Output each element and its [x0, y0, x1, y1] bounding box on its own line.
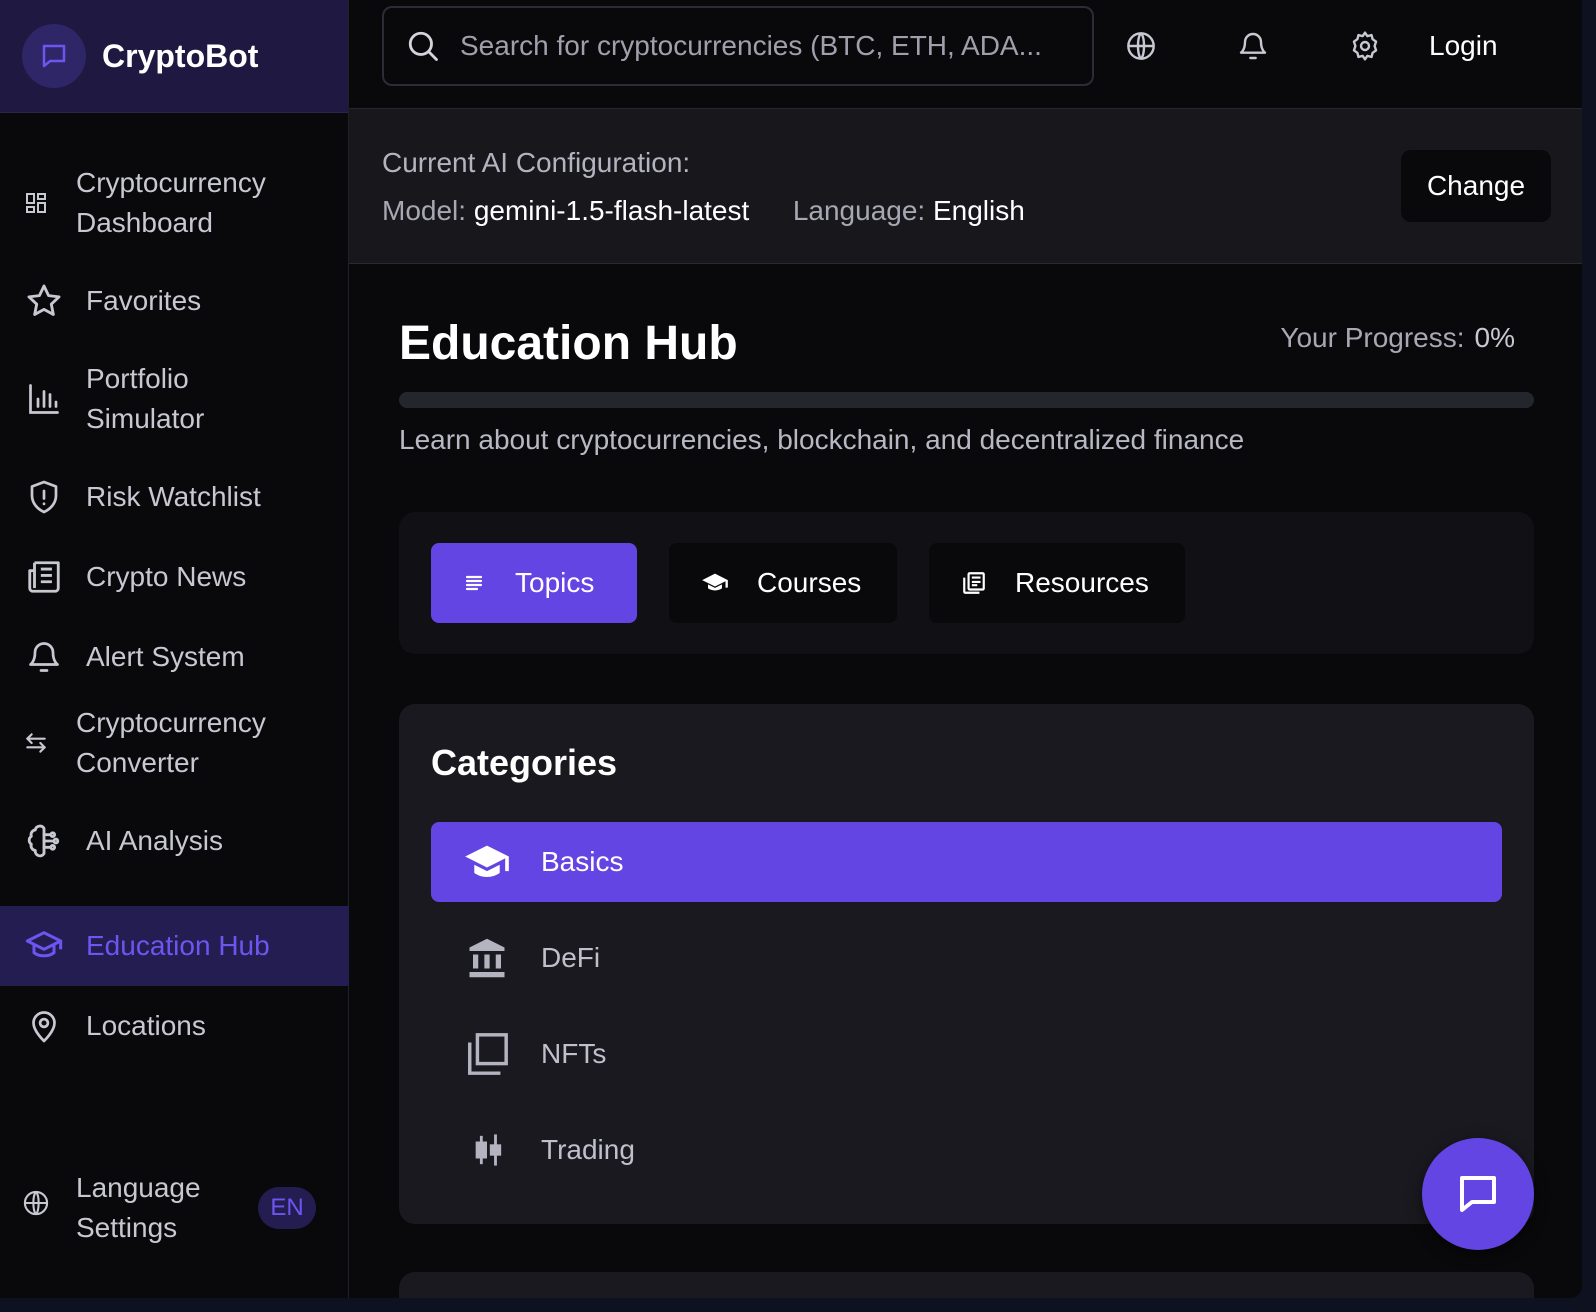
- tab-topics[interactable]: Topics: [431, 543, 637, 623]
- sidebar-item-locations[interactable]: Locations: [0, 991, 349, 1061]
- category-label: NFTs: [541, 1038, 607, 1069]
- sidebar-item-label: Risk Watchlist: [86, 481, 261, 512]
- progress-indicator: Your Progress: 0%: [1280, 322, 1515, 354]
- sidebar-item-label: AI Analysis: [86, 825, 223, 856]
- language-value: English: [932, 195, 1025, 226]
- category-basics[interactable]: Basics: [431, 822, 1502, 902]
- search-input[interactable]: [460, 30, 1040, 62]
- sidebar: CryptoBot Cryptocurrency Dashboard Favor…: [0, 0, 349, 1298]
- grid-icon: [22, 191, 50, 215]
- language-settings[interactable]: Language Settings EN: [0, 1168, 349, 1248]
- category-defi[interactable]: DeFi: [431, 918, 1502, 998]
- sidebar-item-converter[interactable]: Cryptocurrency Converter: [0, 700, 349, 786]
- ai-config-bar: Current AI Configuration: Model: gemini-…: [349, 109, 1582, 264]
- progress-label: Your Progress:: [1280, 322, 1465, 353]
- bell-icon: [1239, 32, 1267, 60]
- globe-icon: [22, 1188, 50, 1228]
- config-title: Current AI Configuration:: [382, 147, 691, 178]
- sidebar-item-ai-analysis[interactable]: AI Analysis: [0, 806, 349, 876]
- app-window: CryptoBot Cryptocurrency Dashboard Favor…: [0, 0, 1582, 1298]
- model-label: Model:: [382, 195, 467, 226]
- search-box[interactable]: [382, 6, 1094, 86]
- sidebar-item-label: Crypto News: [86, 561, 247, 592]
- sidebar-item-risk-watchlist[interactable]: Risk Watchlist: [0, 462, 349, 532]
- sidebar-item-label: Cryptocurrency Converter: [76, 707, 266, 778]
- login-button[interactable]: Login: [1429, 24, 1498, 68]
- star-icon: [22, 282, 66, 320]
- change-config-button[interactable]: Change: [1401, 150, 1551, 222]
- sidebar-item-label: Portfolio Simulator: [86, 363, 205, 434]
- bank-icon: [463, 936, 511, 980]
- graduation-cap-icon: [702, 573, 728, 591]
- brain-circuit-icon: [22, 822, 66, 860]
- book-icon: [963, 572, 985, 594]
- sidebar-item-label: Cryptocurrency Dashboard: [76, 167, 266, 238]
- sidebar-item-education-hub[interactable]: Education Hub: [0, 906, 349, 986]
- tabs-container: Topics Courses Resources: [399, 512, 1534, 654]
- top-bar: Login: [349, 0, 1582, 109]
- page-subtitle: Learn about cryptocurrencies, blockchain…: [399, 424, 1245, 455]
- progress-bar: [399, 392, 1534, 408]
- search-icon: [408, 31, 438, 61]
- next-section-card: [399, 1272, 1534, 1298]
- brand-header[interactable]: CryptoBot: [0, 0, 348, 113]
- categories-title: Categories: [431, 742, 618, 783]
- category-label: DeFi: [541, 942, 601, 973]
- sidebar-item-dashboard[interactable]: Cryptocurrency Dashboard: [0, 160, 349, 246]
- page-title: Education Hub: [399, 317, 738, 370]
- chat-bubble-icon: [42, 44, 66, 68]
- tab-resources[interactable]: Resources: [929, 543, 1185, 623]
- tab-label: Resources: [1015, 567, 1149, 598]
- language-button[interactable]: [1121, 26, 1161, 66]
- sidebar-item-label: Alert System: [86, 641, 245, 672]
- category-label: Basics: [541, 846, 624, 877]
- config-details: Model: gemini-1.5-flash-latest Language:…: [382, 195, 1025, 227]
- category-nfts[interactable]: NFTs: [431, 1014, 1502, 1094]
- gear-icon: [1352, 31, 1378, 61]
- bell-icon: [22, 639, 66, 675]
- sidebar-item-label: Locations: [86, 1010, 206, 1041]
- chat-button[interactable]: [1422, 1138, 1534, 1250]
- language-settings-label: Language Settings: [76, 1172, 201, 1243]
- newspaper-icon: [22, 558, 66, 596]
- candlestick-icon: [463, 1131, 511, 1169]
- map-pin-icon: [22, 1008, 66, 1044]
- language-code-badge: EN: [258, 1187, 316, 1229]
- progress-value: 0%: [1474, 322, 1515, 353]
- tab-courses[interactable]: Courses: [669, 543, 897, 623]
- graduation-cap-icon: [463, 842, 511, 882]
- shield-alert-icon: [22, 479, 66, 515]
- sidebar-item-favorites[interactable]: Favorites: [0, 266, 349, 336]
- brand-name: CryptoBot: [102, 37, 259, 74]
- swap-arrows-icon: [22, 730, 50, 756]
- sidebar-item-label: Favorites: [86, 285, 202, 316]
- model-value: gemini-1.5-flash-latest: [473, 195, 750, 226]
- category-label: Trading: [541, 1134, 635, 1165]
- categories-card: Categories Basics DeFi NFTs Trading: [399, 704, 1534, 1224]
- sidebar-item-label: Education Hub: [86, 930, 270, 961]
- category-trading[interactable]: Trading: [431, 1110, 1502, 1190]
- images-icon: [463, 1031, 511, 1077]
- settings-button[interactable]: [1345, 26, 1385, 66]
- globe-icon: [1127, 32, 1155, 60]
- brand-logo: [22, 24, 86, 88]
- chat-bubble-icon: [1460, 1176, 1496, 1212]
- list-icon: [465, 575, 483, 591]
- sidebar-item-crypto-news[interactable]: Crypto News: [0, 542, 349, 612]
- language-label: Language:: [792, 195, 926, 226]
- main-content: Education Hub Your Progress: 0% Learn abo…: [349, 264, 1582, 1298]
- graduation-cap-icon: [22, 926, 66, 966]
- bar-chart-icon: [22, 381, 66, 417]
- sidebar-item-portfolio-simulator[interactable]: Portfolio Simulator: [0, 356, 349, 442]
- notifications-button[interactable]: [1233, 26, 1273, 66]
- tab-label: Topics: [515, 567, 595, 598]
- sidebar-item-alert-system[interactable]: Alert System: [0, 622, 349, 692]
- tab-label: Courses: [757, 567, 862, 598]
